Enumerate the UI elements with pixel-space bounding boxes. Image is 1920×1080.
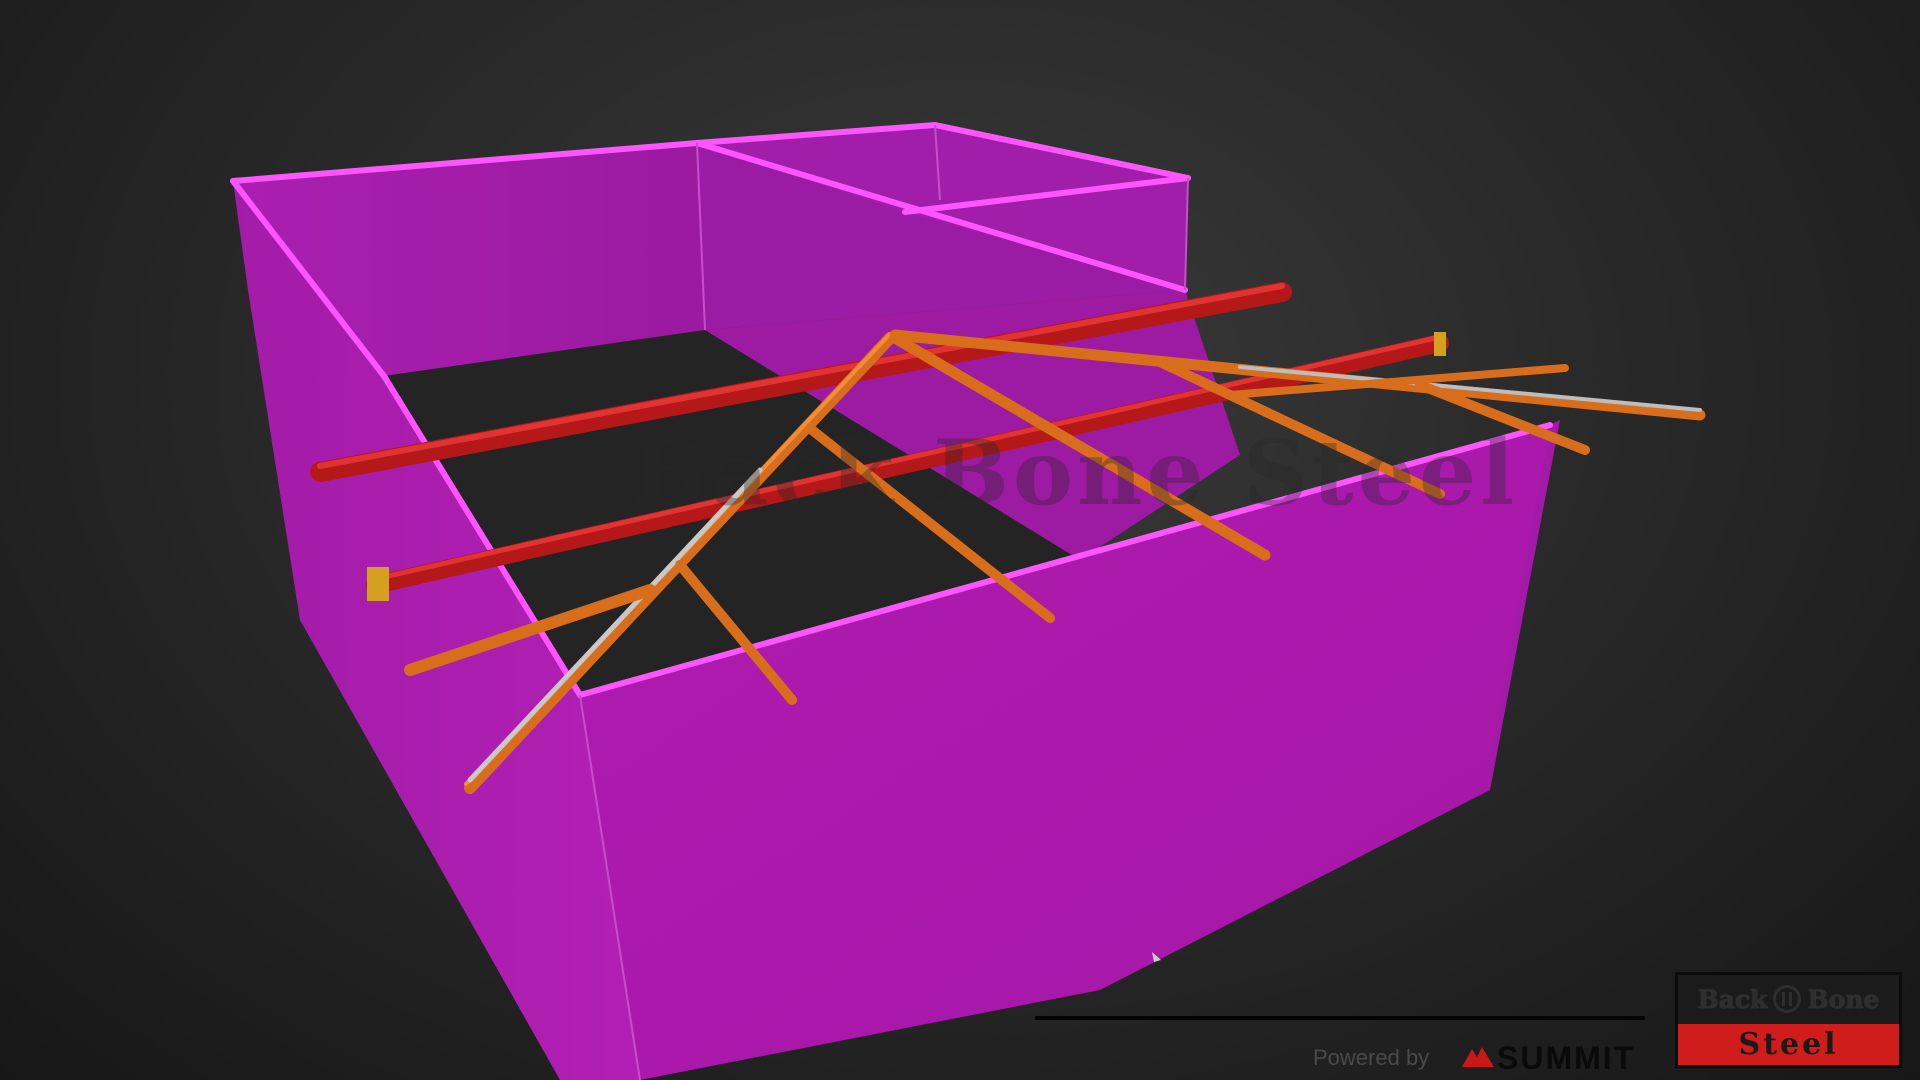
summit-brand-label[interactable]: SUMMIT — [1497, 1040, 1635, 1077]
progress-line — [1035, 1016, 1645, 1020]
3d-model-scene[interactable] — [0, 0, 1920, 1080]
3d-viewport[interactable]: Back Bone Steel Powered by SUMMIT Back B… — [0, 0, 1920, 1080]
logo-word-back: Back — [1697, 984, 1768, 1014]
beam-end-plate-left — [367, 567, 389, 601]
logo-word-bone: Bone — [1807, 984, 1880, 1014]
summit-mountain-icon — [1462, 1047, 1494, 1067]
logo-top-row: Back Bone — [1678, 975, 1899, 1023]
beam-end-plate-right — [1434, 332, 1446, 356]
backbone-steel-logo[interactable]: Back Bone Steel — [1675, 972, 1902, 1068]
background-watermark: Back Bone Steel — [630, 420, 1519, 526]
powered-by-bar[interactable]: Powered by SUMMIT — [1035, 1010, 1645, 1080]
backbone-mark-icon — [1773, 985, 1802, 1013]
powered-by-label: Powered by — [1313, 1045, 1430, 1070]
logo-word-steel: Steel — [1678, 1024, 1899, 1065]
